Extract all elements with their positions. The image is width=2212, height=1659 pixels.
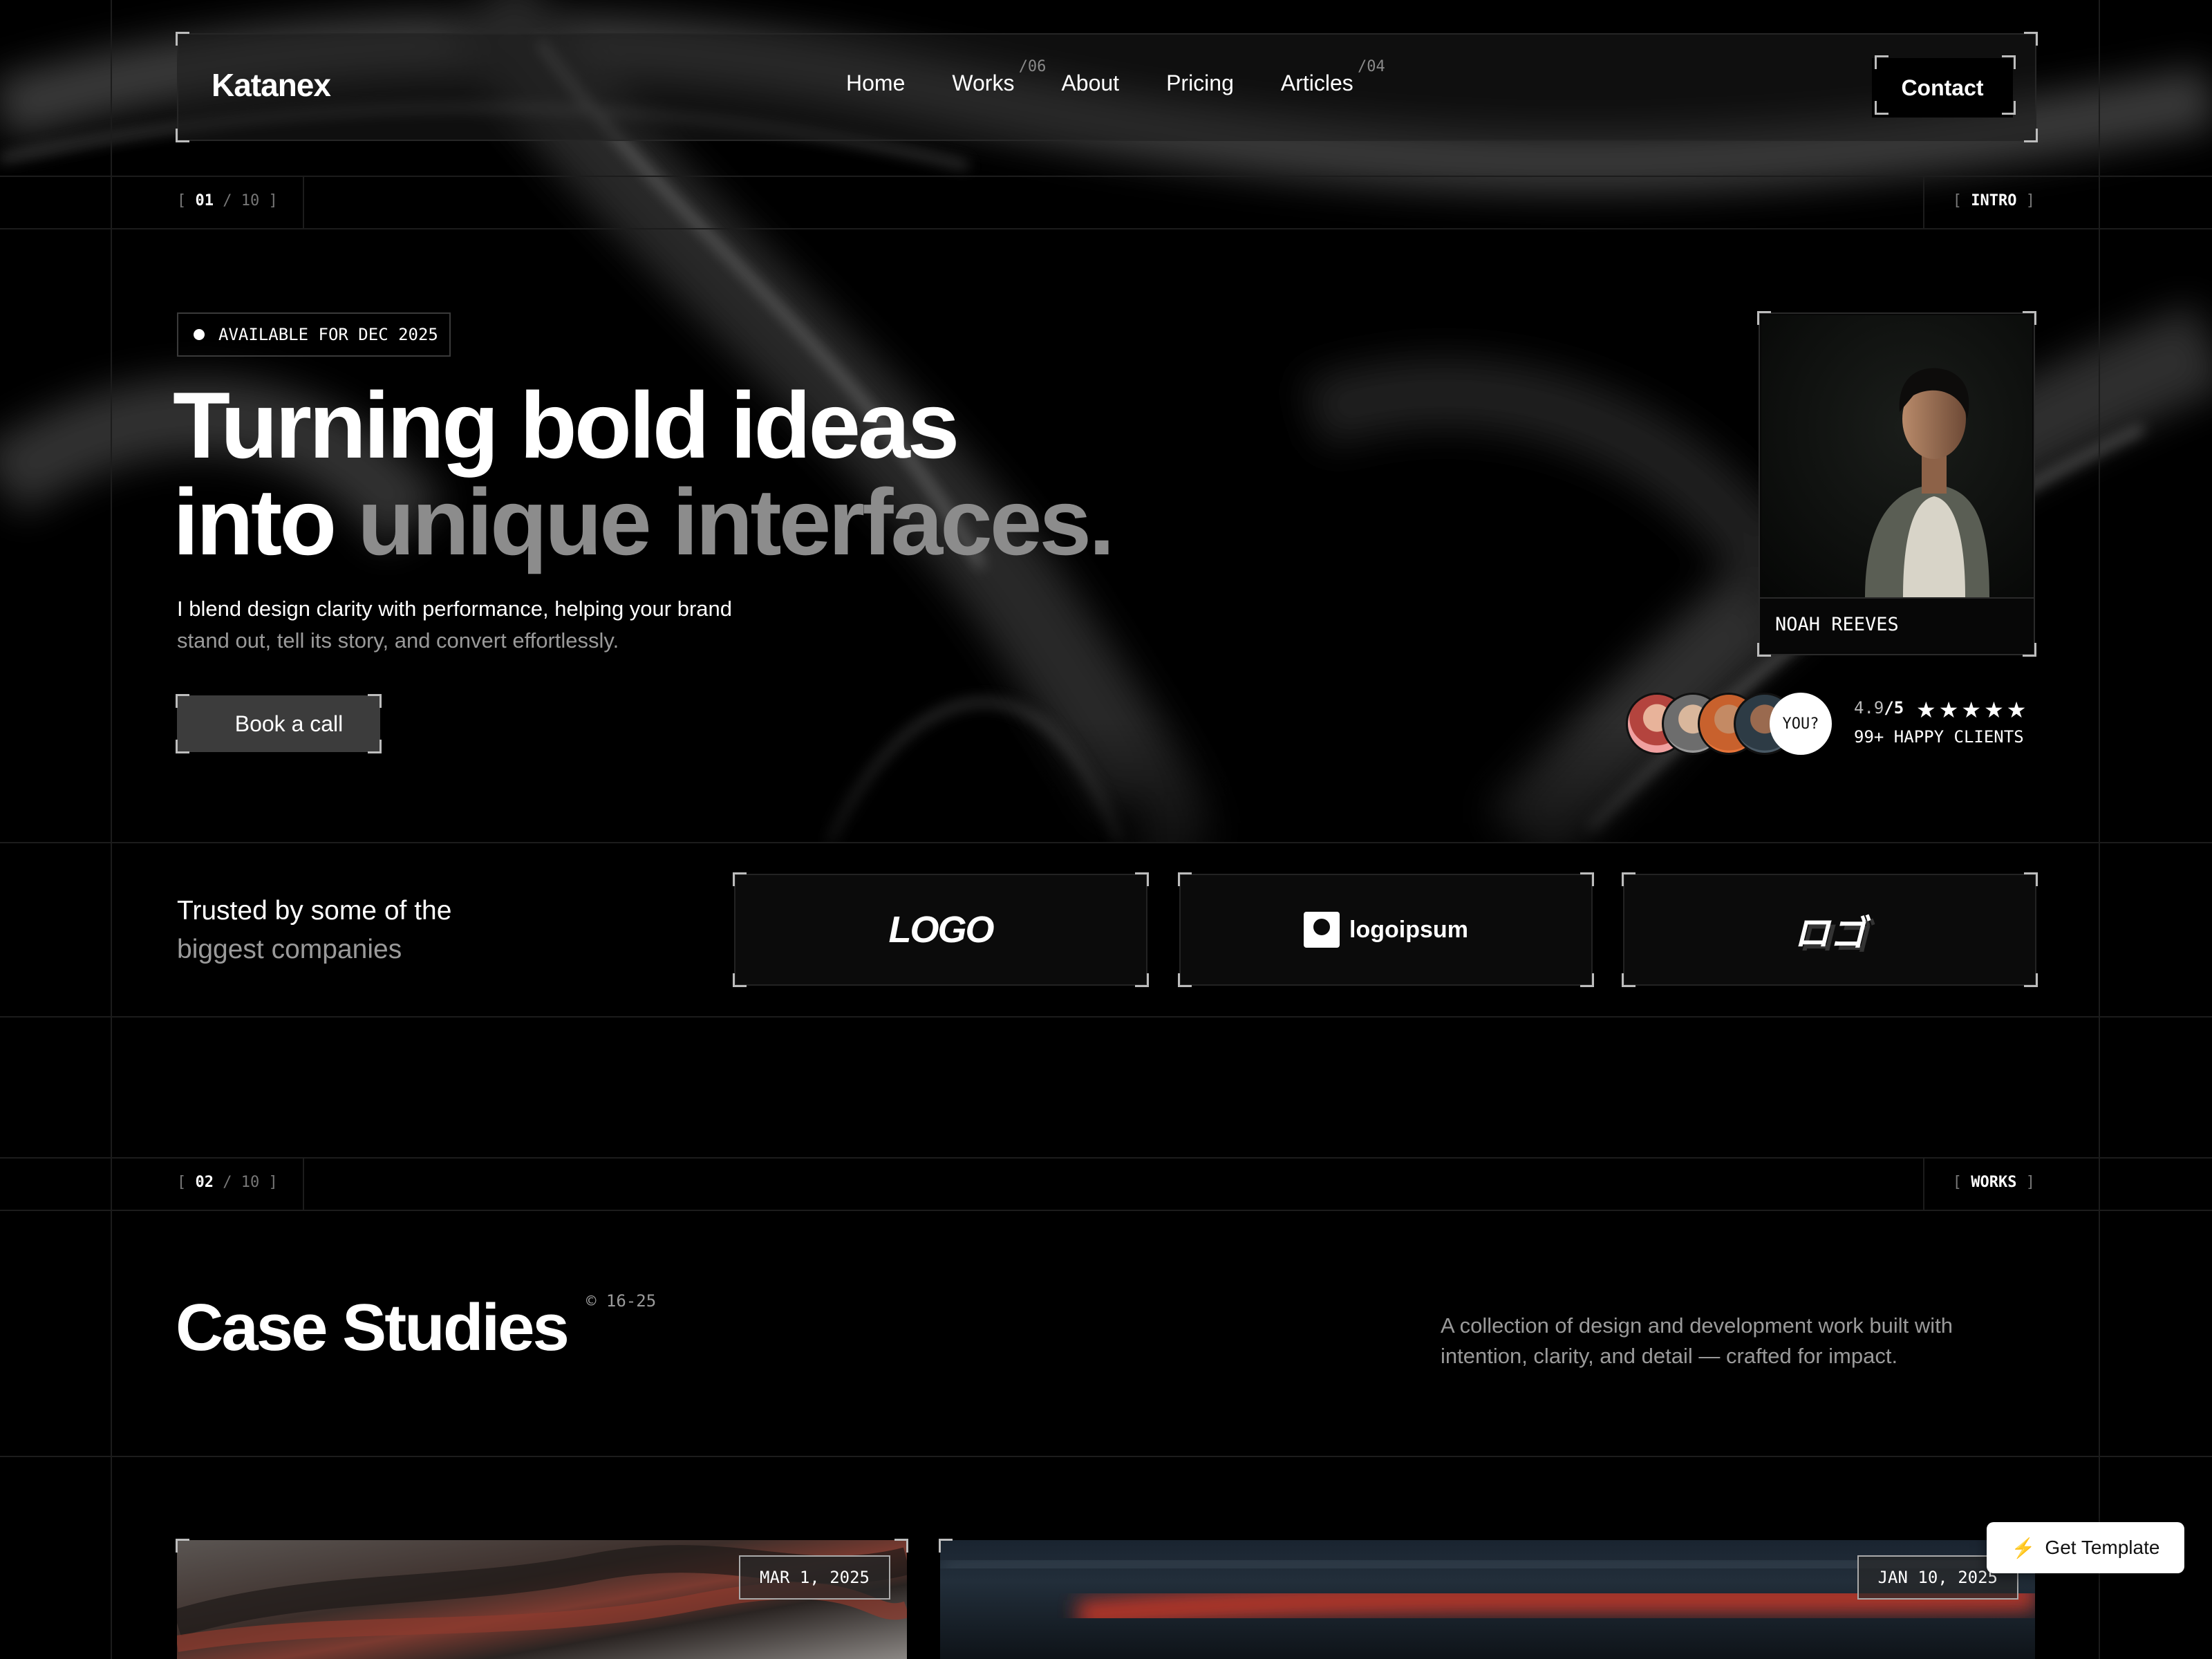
availability-badge: AVAILABLE FOR DEC 2025 bbox=[177, 312, 451, 357]
rating: 4.9/5 bbox=[1854, 698, 1904, 718]
you-avatar: YOU? bbox=[1770, 693, 1832, 755]
hero-headline: Turning bold ideas into unique interface… bbox=[173, 373, 1115, 570]
nav-item-label: About bbox=[1061, 71, 1120, 95]
case-studies-title: Case Studies bbox=[176, 1291, 570, 1365]
section-tag: [ WORKS ] bbox=[1952, 1174, 2035, 1191]
profile-photo bbox=[1761, 315, 2032, 597]
nav-item-home[interactable]: Home bbox=[846, 71, 905, 96]
logo-text: logoipsum bbox=[1349, 916, 1468, 943]
section-counter: [ 02 / 10 ] bbox=[177, 1174, 278, 1191]
rating-max: /5 bbox=[1884, 698, 1904, 718]
brand-logo[interactable]: Katanex bbox=[212, 66, 331, 104]
trusted-line-2: biggest companies bbox=[177, 935, 402, 964]
section-bar-works: [ 02 / 10 ] [ WORKS ] bbox=[0, 1157, 2212, 1211]
trusted-heading: Trusted by some of the biggest companies bbox=[177, 892, 451, 969]
nav-item-label: Pricing bbox=[1166, 71, 1234, 95]
divider-line bbox=[0, 1456, 2212, 1457]
nav-item-about[interactable]: About bbox=[1061, 71, 1119, 96]
section-tag: [ INTRO ] bbox=[1952, 192, 2035, 209]
section-counter: [ 01 / 10 ] bbox=[177, 192, 278, 209]
status-dot-icon bbox=[194, 329, 205, 340]
case-studies-description: A collection of design and development w… bbox=[1441, 1313, 1953, 1368]
get-template-button[interactable]: ⚡ Get Template bbox=[1987, 1522, 2184, 1573]
headline-line-2-highlight: unique interfaces. bbox=[357, 469, 1115, 574]
section-total: / 10 bbox=[223, 1174, 260, 1191]
subtext-primary: I blend design clarity with performance,… bbox=[177, 597, 733, 621]
nav-item-label: Works bbox=[952, 71, 1015, 95]
nav-item-count: /04 bbox=[1358, 58, 1385, 75]
subtext-secondary: stand out, tell its story, and convert e… bbox=[177, 628, 619, 653]
divider-line bbox=[0, 1016, 2212, 1018]
nav-item-articles[interactable]: Articles /04 bbox=[1280, 58, 1385, 96]
client-logo-3: ロゴ bbox=[1623, 874, 2036, 986]
section-tag-label: WORKS bbox=[1971, 1174, 2017, 1191]
case-study-card[interactable]: JAN 10, 2025 bbox=[940, 1540, 2035, 1659]
get-template-label: Get Template bbox=[2045, 1537, 2160, 1558]
section-total: / 10 bbox=[223, 192, 260, 209]
nav-item-label: Articles bbox=[1280, 71, 1353, 95]
client-logo-1: LOGO bbox=[734, 874, 1147, 986]
section-tag-label: INTRO bbox=[1971, 192, 2017, 209]
logo-wordmark-icon: LOGO bbox=[888, 909, 995, 950]
logoipsum-icon bbox=[1304, 912, 1340, 948]
case-study-card[interactable]: MAR 1, 2025 bbox=[177, 1540, 907, 1659]
guide-line-left bbox=[111, 0, 112, 1659]
logo-katakana-icon: ロゴ bbox=[1793, 913, 1866, 954]
star-rating-icon: ★★★★★ bbox=[1916, 697, 2030, 722]
profile-card: NOAH REEVES bbox=[1759, 312, 2035, 655]
bolt-icon: ⚡ bbox=[2011, 1537, 2036, 1559]
guide-line-right bbox=[2099, 0, 2100, 1659]
contact-button[interactable]: Contact bbox=[1872, 58, 2013, 118]
nav-item-count: /06 bbox=[1018, 58, 1047, 75]
section-number: 02 bbox=[195, 1174, 214, 1191]
section-bar-intro: [ 01 / 10 ] [ INTRO ] bbox=[0, 176, 2212, 229]
navbar: Katanex Home Works /06 About Pricing Art… bbox=[176, 32, 2038, 142]
divider-line bbox=[0, 842, 2212, 843]
profile-name: NOAH REEVES bbox=[1775, 614, 1899, 635]
book-call-button[interactable]: Book a call bbox=[177, 695, 380, 752]
headline-line-1: Turning bold ideas bbox=[173, 373, 959, 478]
client-avatars: YOU? bbox=[1626, 693, 1833, 756]
rating-value: 4.9 bbox=[1854, 698, 1884, 718]
case-studies-years: © 16-25 bbox=[586, 1291, 657, 1311]
client-logo-2: logoipsum bbox=[1179, 874, 1593, 986]
trusted-line-1: Trusted by some of the bbox=[177, 896, 452, 926]
nav-item-label: Home bbox=[846, 71, 906, 95]
section-number: 01 bbox=[195, 192, 214, 209]
hero-subtext: I blend design clarity with performance,… bbox=[177, 593, 744, 657]
availability-text: AVAILABLE FOR DEC 2025 bbox=[218, 325, 438, 344]
happy-clients: 99+ HAPPY CLIENTS bbox=[1854, 727, 2024, 747]
nav-menu: Home Works /06 About Pricing Articles /0… bbox=[846, 58, 1400, 96]
nav-item-works[interactable]: Works /06 bbox=[952, 58, 1046, 96]
nav-item-pricing[interactable]: Pricing bbox=[1166, 71, 1234, 96]
case-study-date: MAR 1, 2025 bbox=[739, 1555, 890, 1600]
headline-line-2-start: into bbox=[173, 469, 358, 574]
